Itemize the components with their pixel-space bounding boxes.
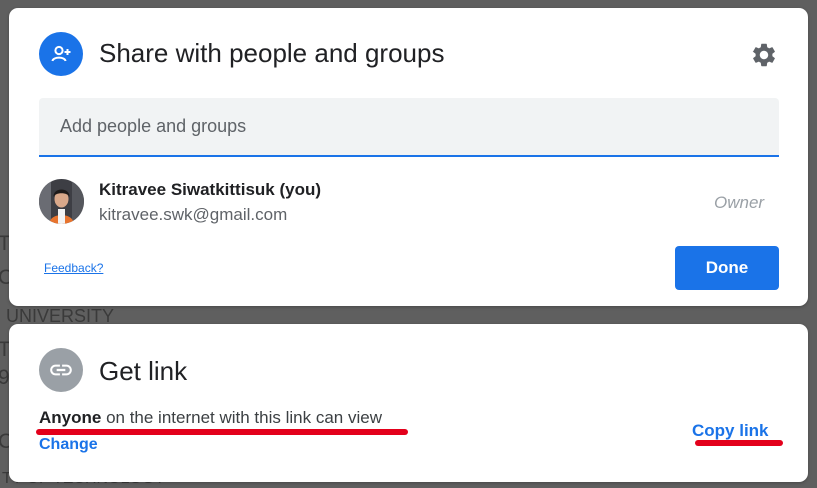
access-scope: Anyone <box>39 408 102 427</box>
link-icon <box>39 348 83 392</box>
access-description: on the internet with this link can view <box>101 408 382 427</box>
link-permission-text: Anyone on the internet with this link ca… <box>39 408 382 428</box>
feedback-link[interactable]: Feedback? <box>44 261 103 275</box>
user-name: Kitravee Siwatkittisuk (you) <box>99 180 322 199</box>
copy-link-button[interactable]: Copy link <box>692 421 769 441</box>
add-people-input[interactable] <box>39 98 779 155</box>
gear-icon <box>752 43 775 67</box>
red-underline-annotation <box>36 429 408 435</box>
add-person-icon <box>39 32 83 76</box>
user-email: kitravee.swk@gmail.com <box>99 205 288 224</box>
get-link-dialog: Get link Anyone on the internet with thi… <box>9 324 808 482</box>
share-dialog: Share with people and groups Kitravee Si… <box>9 8 808 306</box>
add-people-field[interactable] <box>39 98 779 157</box>
red-underline-annotation <box>695 440 783 446</box>
change-button[interactable]: Change <box>39 436 98 454</box>
owner-role: Owner <box>714 193 765 212</box>
settings-button[interactable] <box>748 39 780 71</box>
share-dialog-title: Share with people and groups <box>99 38 445 68</box>
avatar <box>39 179 84 224</box>
get-link-title: Get link <box>99 356 188 386</box>
done-button[interactable]: Done <box>675 246 779 290</box>
